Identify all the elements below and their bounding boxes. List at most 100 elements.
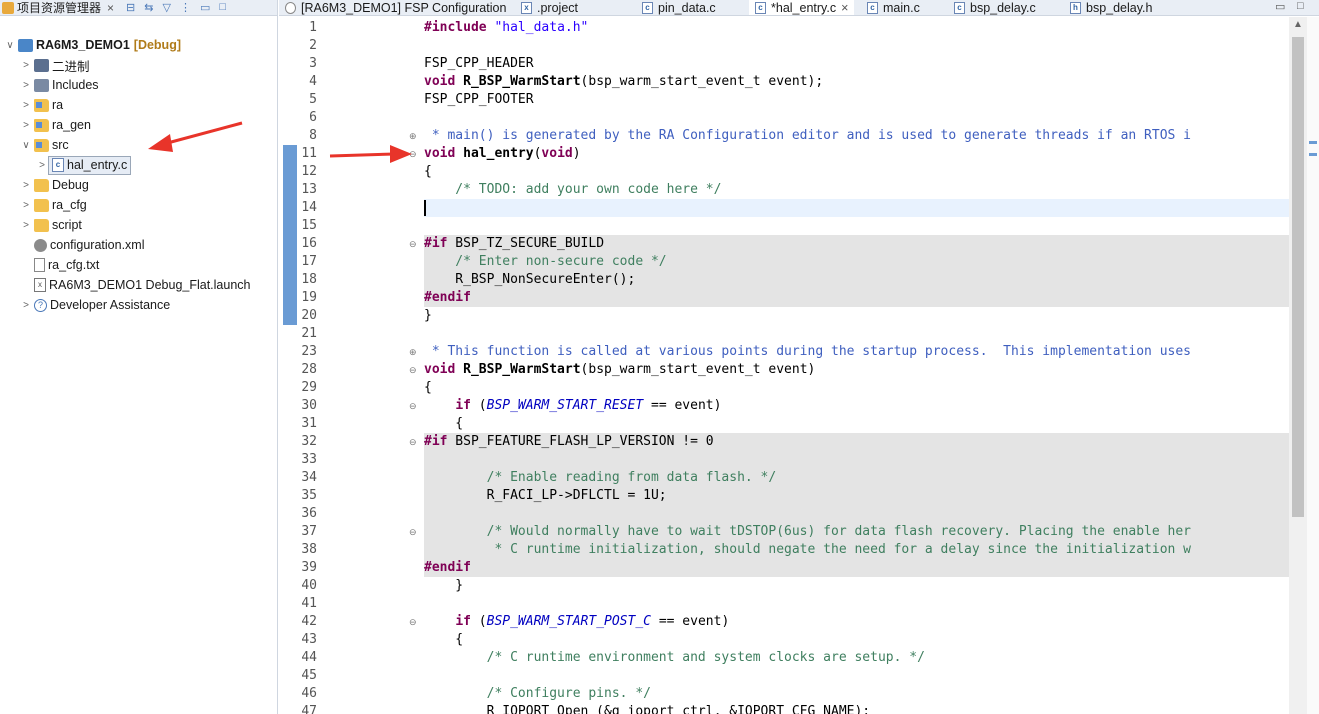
help-icon: ? [34, 298, 47, 312]
code-token: #if [424, 236, 448, 251]
code-line [424, 451, 1289, 469]
collapse-fold-icon[interactable]: ⊖ [409, 523, 419, 541]
tree-item-script[interactable]: > script [20, 215, 82, 235]
line-number: 1 [309, 20, 317, 35]
overview-ruler[interactable] [1307, 17, 1319, 714]
line-number: 29 [301, 380, 317, 395]
scrollbar-thumb[interactable] [1292, 37, 1304, 517]
tab-project[interactable]: x .project [521, 0, 578, 15]
chevron-right-icon[interactable]: > [36, 160, 48, 171]
link-editor-icon[interactable]: ⇆ [144, 1, 153, 14]
code-token: hal_entry [455, 146, 534, 161]
expand-fold-icon[interactable]: ⊕ [409, 343, 419, 361]
line-number: 6 [309, 110, 317, 125]
close-icon[interactable]: × [841, 1, 848, 15]
overview-marker[interactable] [1309, 153, 1317, 156]
code-editor[interactable]: 1 2 3 4 5 6 8 11 12 13 14 15 16 17 18 19… [279, 17, 1319, 714]
code-line: * C runtime initialization, should negat… [424, 541, 1289, 559]
line-number: 3 [309, 56, 317, 71]
chevron-right-icon[interactable]: > [20, 60, 32, 71]
line-number: 18 [301, 272, 317, 287]
line-number: 34 [301, 470, 317, 485]
tree-item-src[interactable]: ∨ src [20, 135, 68, 155]
tree-item-ra[interactable]: > ra [20, 95, 63, 115]
xml-file-icon: x [521, 2, 532, 14]
explorer-tab[interactable]: 项目资源管理器 × ⊟ ⇆ ▽ ⋮ ▭ □ [0, 0, 277, 16]
collapse-fold-icon[interactable]: ⊖ [409, 145, 419, 163]
collapse-fold-icon[interactable]: ⊖ [409, 235, 419, 253]
tree-item-label: RA6M3_DEMO1 [36, 38, 130, 52]
tree-item-project[interactable]: ∨ RA6M3_DEMO1 [Debug] [4, 35, 181, 55]
code-line: #endif [424, 289, 1289, 307]
code-line: if (BSP_WARM_START_RESET == event) [424, 397, 1289, 415]
minimize-icon[interactable]: ▭ [1275, 0, 1285, 13]
code-line: #include "hal_data.h" [424, 19, 1289, 37]
tree-item-binaries[interactable]: > 二进制 [20, 55, 90, 75]
tree-item-label: script [52, 218, 82, 232]
tree-item-label: hal_entry.c [67, 158, 128, 172]
code-text-area[interactable]: #include "hal_data.h" FSP_CPP_HEADER voi… [424, 17, 1289, 714]
tree-item-debug[interactable]: > Debug [20, 175, 89, 195]
overview-marker[interactable] [1309, 141, 1317, 144]
collapse-fold-icon[interactable]: ⊖ [409, 397, 419, 415]
code-line: if (BSP_WARM_START_POST_C == event) [424, 613, 1289, 631]
code-token: #include [424, 20, 487, 35]
code-token: R_BSP_WarmStart [455, 74, 581, 89]
folder-icon [34, 178, 49, 192]
tree-item-configuration-xml[interactable]: configuration.xml [20, 235, 145, 255]
collapse-all-icon[interactable]: ⊟ [126, 1, 135, 14]
chevron-right-icon[interactable]: > [20, 120, 32, 131]
collapse-fold-icon[interactable]: ⊖ [409, 433, 419, 451]
tree-item-ra-cfg-txt[interactable]: ra_cfg.txt [20, 255, 99, 275]
tab-fsp-configuration[interactable]: [RA6M3_DEMO1] FSP Configuration [285, 0, 507, 15]
code-line: FSP_CPP_FOOTER [424, 92, 534, 107]
vertical-scrollbar[interactable]: ▲ [1289, 17, 1307, 714]
h-file-icon: h [1070, 2, 1081, 14]
chevron-right-icon[interactable]: > [20, 220, 32, 231]
code-line: #if BSP_TZ_SECURE_BUILD [424, 235, 1289, 253]
editor-tab-bar: [RA6M3_DEMO1] FSP Configuration x .proje… [279, 0, 1319, 16]
chevron-right-icon[interactable]: > [20, 200, 32, 211]
line-number: 39 [301, 560, 317, 575]
tab-bsp-delay-h[interactable]: h bsp_delay.h [1070, 0, 1153, 15]
chevron-right-icon[interactable]: > [20, 80, 32, 91]
includes-icon [34, 78, 49, 92]
tree-item-label: ra_cfg [52, 198, 87, 212]
close-icon[interactable]: × [107, 1, 114, 15]
tree-item-hal-entry[interactable]: > c hal_entry.c [36, 155, 132, 175]
chevron-down-icon[interactable]: ∨ [4, 40, 16, 51]
tab-hal-entry[interactable]: c *hal_entry.c × [749, 0, 855, 15]
tree-item-includes[interactable]: > Includes [20, 75, 98, 95]
code-line [424, 505, 1289, 523]
tab-label: [RA6M3_DEMO1] FSP Configuration [301, 1, 507, 15]
tab-pin-data[interactable]: c pin_data.c [642, 0, 716, 15]
collapse-fold-icon[interactable]: ⊖ [409, 361, 419, 379]
tab-label: *hal_entry.c [771, 1, 837, 15]
code-token: ) [572, 146, 581, 161]
tree-item-ra-gen[interactable]: > ra_gen [20, 115, 91, 135]
tree-item-developer-assistance[interactable]: > ? Developer Assistance [20, 295, 170, 315]
scroll-up-icon[interactable]: ▲ [1293, 19, 1303, 30]
tree-item-launch-file[interactable]: x RA6M3_DEMO1 Debug_Flat.launch [20, 275, 251, 295]
collapse-fold-icon[interactable]: ⊖ [409, 613, 419, 631]
chevron-right-icon[interactable]: > [20, 300, 32, 311]
chevron-down-icon[interactable]: ∨ [20, 140, 32, 151]
tab-bsp-delay-c[interactable]: c bsp_delay.c [954, 0, 1036, 15]
folder-icon [34, 198, 49, 212]
chevron-right-icon[interactable]: > [20, 100, 32, 111]
tree-item-ra-cfg[interactable]: > ra_cfg [20, 195, 87, 215]
maximize-icon[interactable]: □ [219, 1, 226, 14]
tab-main[interactable]: c main.c [867, 0, 920, 15]
minimize-icon[interactable]: ▭ [200, 1, 210, 14]
line-number: 46 [301, 686, 317, 701]
code-line: R_BSP_NonSecureEnter(); [424, 271, 1289, 289]
chevron-right-icon[interactable]: > [20, 180, 32, 191]
filter-icon[interactable]: ▽ [162, 1, 170, 14]
maximize-icon[interactable]: □ [1297, 0, 1304, 12]
tree-item-label: 二进制 [52, 59, 90, 74]
code-line: R_FACI_LP->DFLCTL = 1U; [424, 487, 1289, 505]
folder-icon [34, 98, 49, 112]
expand-fold-icon[interactable]: ⊕ [409, 127, 419, 145]
view-menu-icon[interactable]: ⋮ [180, 1, 191, 14]
line-number: 43 [301, 632, 317, 647]
